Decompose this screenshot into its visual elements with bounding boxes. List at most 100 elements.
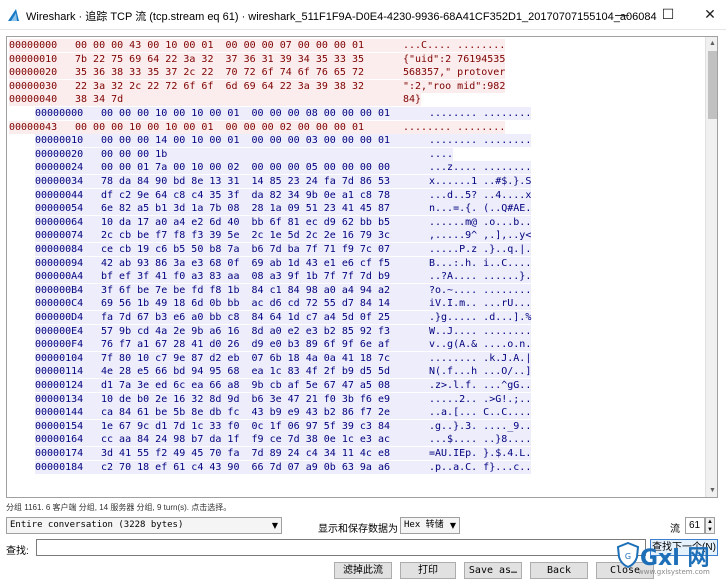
hex-offset: 00000000	[35, 108, 84, 119]
hex-bytes: 38 34 7d	[75, 94, 124, 106]
hex-bytes: 76 f7 a1 67 28 41 d0 26 d9 e0 b3 89 6f 9…	[101, 339, 390, 351]
server-hex-row[interactable]: 00000000 00 00 00 10 00 10 00 01 00 00 00…	[35, 107, 532, 120]
client-hex-row[interactable]: 00000030 22 3a 32 2c 22 72 6f 6f 6d 69 64…	[9, 79, 506, 93]
hex-offset: 00000010	[9, 53, 58, 65]
server-hex-row[interactable]: 000000E4 57 9b cd 4a 2e 9b a6 16 8d a0 e2…	[35, 324, 532, 338]
hex-offset: 00000020	[35, 148, 84, 160]
chevron-down-icon: ▼	[271, 521, 278, 530]
print-button[interactable]: 打印	[400, 562, 456, 579]
hex-ascii: .}g..... .d...].%	[429, 312, 532, 323]
hex-ascii: ......m@ .o...b..	[429, 216, 532, 228]
hex-offset: 00000164	[35, 434, 84, 446]
hex-ascii: 568357," protover	[403, 67, 506, 79]
hex-ascii: .p..a.C. f}...c..	[429, 461, 532, 473]
hex-ascii: 84}	[403, 94, 422, 106]
hex-bytes: 69 56 1b 49 18 6d 0b bb ac d6 cd 72 55 d…	[101, 298, 390, 310]
minimize-button[interactable]: —	[602, 0, 642, 28]
hex-ascii: ........ .k.J.A.|	[429, 352, 532, 364]
server-hex-row[interactable]: 000000D4 fa 7d 67 b3 e6 a0 bb c8 84 64 1d…	[35, 311, 532, 324]
server-hex-row[interactable]: 000000A4 bf ef 3f 41 f0 a3 83 aa 08 a3 9f…	[35, 270, 532, 284]
hex-bytes: c2 70 18 ef 61 c4 43 90 66 7d 07 a9 0b 6…	[101, 461, 390, 473]
scroll-up-arrow-icon[interactable]: ▲	[706, 37, 717, 50]
stream-content-pane[interactable]: 00000000 00 00 00 43 00 10 00 01 00 00 00…	[6, 36, 718, 498]
hex-ascii: =AU.IEp. }.$.4.L.	[429, 448, 532, 459]
hex-offset: 00000024	[35, 162, 84, 174]
hex-ascii: ,.....9^ ,.],..y<	[429, 230, 532, 242]
client-hex-row[interactable]: 00000020 35 36 38 33 35 37 2c 22 70 72 6f…	[9, 66, 506, 80]
hex-offset: 00000074	[35, 230, 84, 242]
server-hex-row[interactable]: 00000044 df c2 9e 64 c8 c4 35 3f da 82 34…	[35, 188, 532, 202]
server-hex-row[interactable]: 00000174 3d 41 55 f2 49 45 70 fa 7d 89 24…	[35, 447, 532, 460]
server-hex-row[interactable]: 00000094 42 ab 93 86 3a e3 68 0f 69 ab 1d…	[35, 256, 532, 270]
hex-offset: 00000020	[9, 67, 58, 79]
hex-offset: 00000084	[35, 244, 84, 255]
conversation-select[interactable]: Entire conversation (3228 bytes) ▼	[6, 517, 282, 534]
hex-offset: 00000030	[9, 80, 58, 92]
hex-bytes: 2c cb be f7 f8 f3 39 5e 2c 1e 5d 2c 2e 1…	[101, 230, 390, 242]
stream-spinner[interactable]: ▲ ▼	[705, 517, 715, 534]
server-hex-row[interactable]: 00000124 d1 7a 3e ed 6c ea 66 a8 9b cb af…	[35, 379, 532, 392]
server-hex-row[interactable]: 00000064 10 da 17 a0 a4 e2 6d 40 bb 6f 81…	[35, 215, 532, 229]
show-as-select[interactable]: Hex 转储 ▼	[400, 517, 460, 534]
hex-bytes: 10 de b0 2e 16 32 8d 9d b6 3e 47 21 f0 3…	[101, 393, 390, 405]
hex-bytes: ca 84 61 be 5b 8e db fc 43 b9 e9 43 b2 8…	[101, 407, 390, 419]
hex-ascii: ...z.... ........	[429, 162, 532, 174]
show-as-select-value: Hex 转储	[404, 520, 444, 530]
hex-ascii: v..g(A.& ....o.n.	[429, 339, 532, 351]
stream-number-input[interactable]: 61	[685, 517, 705, 534]
hex-bytes: cc aa 84 24 98 b7 da 1f f9 ce 7d 38 0e 1…	[101, 434, 390, 446]
hex-offset: 00000043	[9, 121, 58, 133]
hex-offset: 000000F4	[35, 339, 84, 351]
hex-offset: 000000D4	[35, 312, 84, 323]
spin-up-icon[interactable]: ▲	[706, 518, 714, 526]
server-hex-row[interactable]: 00000084 ce cb 19 c6 b5 50 b8 7a b6 7d ba…	[35, 243, 532, 256]
hex-bytes: 00 00 00 43 00 10 00 01 00 00 00 07 00 0…	[75, 40, 364, 51]
server-hex-row[interactable]: 00000010 00 00 00 14 00 10 00 01 00 00 00…	[35, 134, 532, 148]
server-hex-row[interactable]: 00000054 6e 82 a5 b1 3d 1a 7b 08 28 1a 09…	[35, 202, 532, 216]
hex-ascii: n...=.{. (..Q#AE.	[429, 203, 532, 215]
client-hex-row[interactable]: 00000000 00 00 00 43 00 10 00 01 00 00 00…	[9, 39, 506, 52]
vertical-scrollbar[interactable]: ▲ ▼	[705, 37, 717, 497]
save-as-button[interactable]: Save as…	[464, 562, 522, 579]
server-hex-row[interactable]: 00000074 2c cb be f7 f8 f3 39 5e 2c 1e 5d…	[35, 229, 532, 243]
spin-down-icon[interactable]: ▼	[706, 526, 714, 534]
scrollbar-thumb[interactable]	[708, 51, 717, 119]
stream-label: 流	[670, 524, 680, 535]
hex-ascii: ...d..5? ..4....x	[429, 189, 532, 201]
filter-out-button[interactable]: 滤掉此流	[334, 562, 392, 579]
server-hex-row[interactable]: 000000F4 76 f7 a1 67 28 41 d0 26 d9 e0 b3…	[35, 338, 532, 352]
close-window-button[interactable]: ✕	[690, 0, 726, 28]
hex-offset: 00000134	[35, 393, 84, 405]
hex-bytes: 00 00 00 14 00 10 00 01 00 00 00 03 00 0…	[101, 135, 390, 147]
server-hex-row[interactable]: 00000184 c2 70 18 ef 61 c4 43 90 66 7d 07…	[35, 460, 532, 474]
server-hex-row[interactable]: 00000114 4e 28 e5 66 bd 94 95 68 ea 1c 83…	[35, 365, 532, 379]
client-hex-row[interactable]: 00000010 7b 22 75 69 64 22 3a 32 37 36 31…	[9, 52, 506, 66]
hex-offset: 00000044	[35, 189, 84, 201]
find-input[interactable]	[36, 539, 646, 556]
show-as-label: 显示和保存数据为	[318, 524, 398, 535]
server-hex-row[interactable]: 00000034 78 da 84 90 bd 8e 13 31 14 85 23…	[35, 175, 532, 188]
client-hex-row[interactable]: 00000040 38 34 7d 84}	[9, 93, 422, 107]
server-hex-row[interactable]: 00000024 00 00 01 7a 00 10 00 02 00 00 00…	[35, 161, 532, 175]
server-hex-row[interactable]: 00000144 ca 84 61 be 5b 8e db fc 43 b9 e9…	[35, 406, 532, 420]
hex-ascii: x......1 ..#$.}.S	[429, 176, 532, 187]
hex-bytes: 3d 41 55 f2 49 45 70 fa 7d 89 24 c4 34 1…	[101, 448, 390, 459]
stream-options-row: Entire conversation (3228 bytes) ▼ 显示和保存…	[0, 515, 726, 537]
hex-dump-text[interactable]: 00000000 00 00 00 43 00 10 00 01 00 00 00…	[7, 37, 705, 497]
server-hex-row[interactable]: 00000104 7f 80 10 c7 9e 87 d2 eb 07 6b 18…	[35, 351, 532, 365]
server-hex-row[interactable]: 000000B4 3f 6f be 7e be fd f8 1b 84 c1 84…	[35, 283, 532, 297]
hex-ascii: ..?A.... ......}.	[429, 271, 532, 283]
hex-ascii: ....	[429, 148, 454, 160]
hex-offset: 000000E4	[35, 325, 84, 337]
server-hex-row[interactable]: 00000020 00 00 00 1b....	[35, 147, 454, 161]
server-hex-row[interactable]: 00000164 cc aa 84 24 98 b7 da 1f f9 ce 7d…	[35, 433, 532, 447]
server-hex-row[interactable]: 00000154 1e 67 9c d1 7d 1c 33 f0 0c 1f 06…	[35, 419, 532, 433]
maximize-button[interactable]: ☐	[648, 0, 688, 28]
back-button[interactable]: Back	[530, 562, 588, 579]
client-hex-row[interactable]: 00000043 00 00 00 10 00 10 00 01 00 00 00…	[9, 120, 506, 134]
server-hex-row[interactable]: 000000C4 69 56 1b 49 18 6d 0b bb ac d6 cd…	[35, 297, 532, 311]
scroll-down-arrow-icon[interactable]: ▼	[706, 484, 717, 497]
server-hex-row[interactable]: 00000134 10 de b0 2e 16 32 8d 9d b6 3e 47…	[35, 392, 532, 406]
find-label: 查找:	[6, 546, 29, 557]
title-bar: Wireshark · 追踪 TCP 流 (tcp.stream eq 61) …	[0, 0, 726, 30]
